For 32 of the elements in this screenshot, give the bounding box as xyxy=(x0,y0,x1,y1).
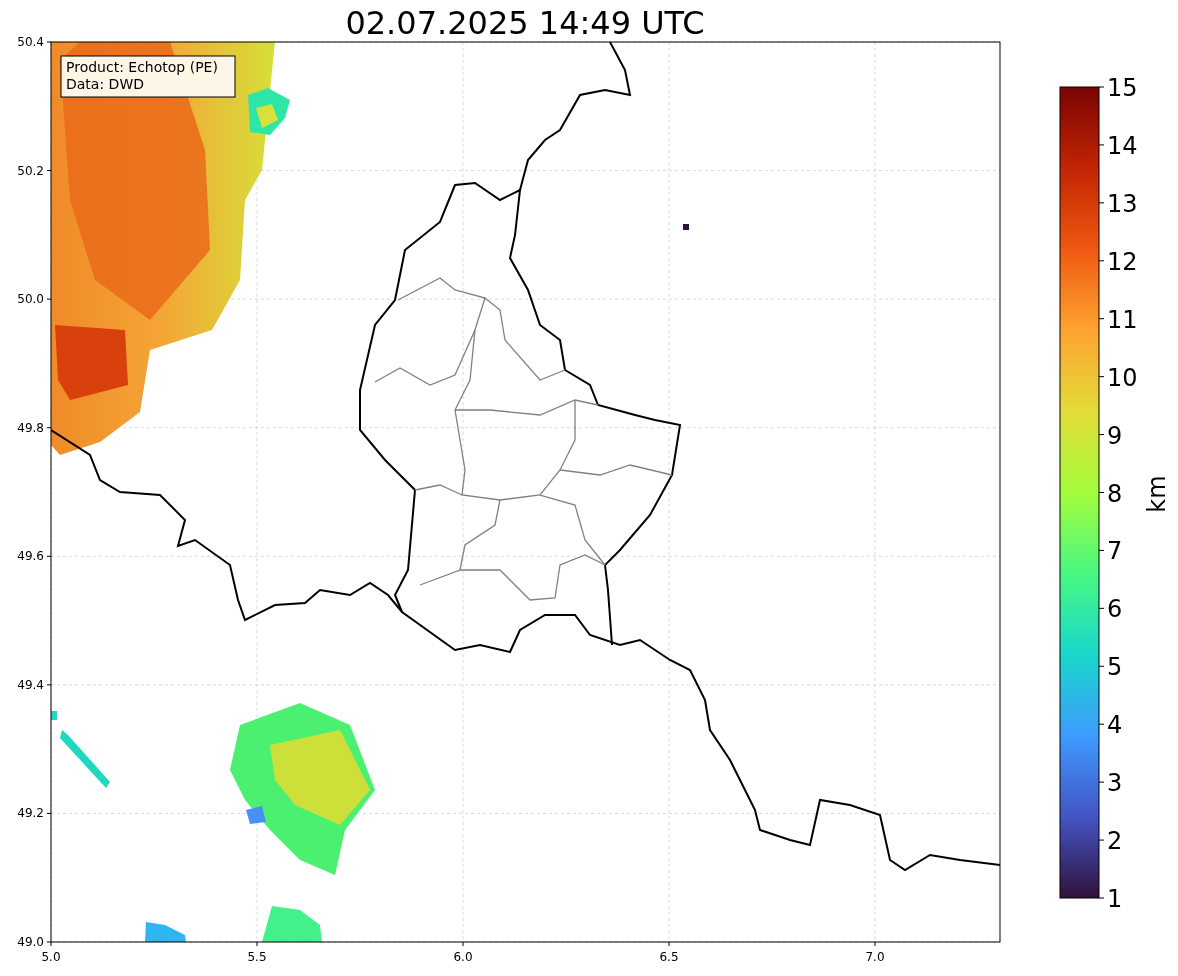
y-axis-tick-label: 50.2 xyxy=(17,163,44,178)
y-axis-tick-label: 50.4 xyxy=(17,35,44,49)
y-axis-tick-label: 49.6 xyxy=(17,549,44,564)
colorbar-tick-label: 5 xyxy=(1107,653,1123,682)
y-axis-tick-label: 49.8 xyxy=(17,420,44,435)
x-axis-tick-label: 5.5 xyxy=(247,950,267,964)
y-axis-tick-label: 49.2 xyxy=(17,806,44,821)
x-axis-tick-label: 7.0 xyxy=(865,950,885,964)
colorbar-tick-label: 14 xyxy=(1107,131,1138,160)
y-axis-tick-label: 49.0 xyxy=(17,935,44,949)
info-text: Data: DWD xyxy=(66,76,144,92)
colorbar-tick-label: 8 xyxy=(1107,479,1123,508)
colorbar-tick-label: 3 xyxy=(1107,769,1123,798)
colorbar-tick-label: 7 xyxy=(1107,537,1123,566)
x-axis-tick-label: 6.0 xyxy=(453,950,473,964)
colorbar-tick-label: 9 xyxy=(1107,421,1123,450)
colorbar-tick-label: 12 xyxy=(1107,247,1138,276)
info-text: Product: Echotop (PE) xyxy=(66,59,218,75)
colorbar-tick-label: 6 xyxy=(1107,595,1123,624)
x-axis-tick-label: 5.0 xyxy=(41,950,61,964)
colorbar-tick-label: 2 xyxy=(1107,827,1123,856)
colorbar-tick-label: 13 xyxy=(1107,189,1138,218)
colorbar-label: km xyxy=(1143,475,1171,513)
colorbar-tick-label: 15 xyxy=(1107,74,1138,102)
colorbar-tick-label: 11 xyxy=(1107,305,1138,334)
y-axis-tick-label: 50.0 xyxy=(17,292,44,307)
y-axis-tick-label: 49.4 xyxy=(17,677,44,692)
chart-title: 02.07.2025 14:49 UTC xyxy=(345,4,705,42)
colorbar-tick-label: 10 xyxy=(1107,363,1138,392)
colorbar-tick-label: 4 xyxy=(1107,711,1123,740)
colorbar-tick-label: 1 xyxy=(1107,885,1123,913)
x-axis-tick-label: 6.5 xyxy=(659,950,679,964)
